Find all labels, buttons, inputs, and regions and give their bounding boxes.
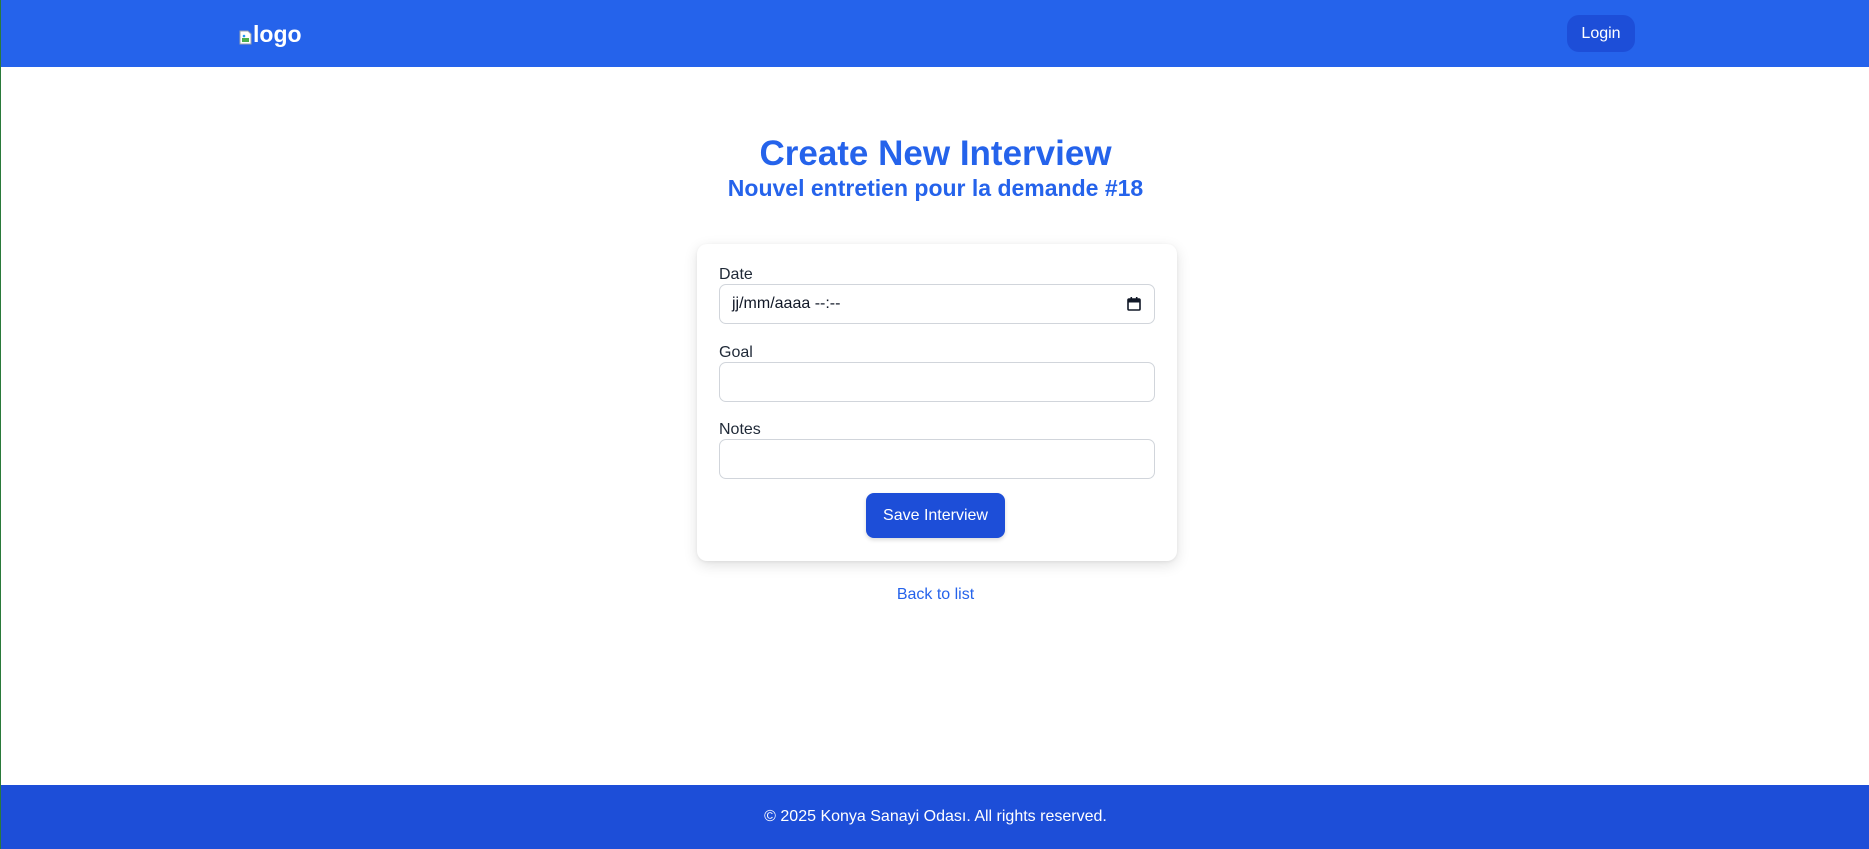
goal-label: Goal [719,344,753,361]
notes-input[interactable] [719,439,1155,479]
back-to-list-link[interactable]: Back to list [897,586,974,603]
login-button[interactable]: Login [1567,15,1635,52]
logo[interactable]: logo [239,20,302,48]
footer-copyright: © 2025 Konya Sanayi Odası. All rights re… [764,808,1107,825]
goal-input[interactable] [719,362,1155,402]
save-interview-button[interactable]: Save Interview [866,493,1005,538]
back-link-container: Back to list [1,585,1869,605]
logo-alt-text: logo [253,21,302,47]
page-title: Create New Interview [759,134,1112,173]
calendar-icon[interactable] [1126,296,1142,312]
header: logo Login [1,0,1869,67]
page-subtitle: Nouvel entretien pour la demande #18 [727,175,1144,201]
footer: © 2025 Konya Sanayi Odası. All rights re… [1,785,1869,849]
interview-form-card: Date jj/mm/aaaa --:-- Goal Notes Save In… [697,244,1177,561]
notes-label: Notes [719,421,761,438]
date-value: jj/mm/aaaa --:-- [732,295,841,312]
broken-image-icon [239,23,252,44]
date-field[interactable]: jj/mm/aaaa --:-- [719,284,1155,324]
date-label: Date [719,266,753,283]
